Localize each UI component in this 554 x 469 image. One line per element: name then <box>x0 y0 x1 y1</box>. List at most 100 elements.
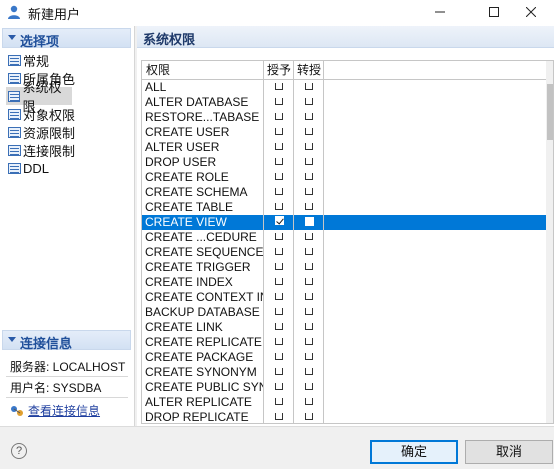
table-row[interactable]: ALTER DATABASE <box>142 95 546 110</box>
grant-checkbox[interactable] <box>275 263 283 270</box>
transfer-checkbox[interactable] <box>305 338 313 345</box>
table-row[interactable]: CREATE SEQUENCE <box>142 245 546 260</box>
nav-item-resource-limits[interactable]: 资源限制 <box>6 123 130 141</box>
page-icon <box>8 54 21 66</box>
transfer-checkbox[interactable] <box>305 113 313 120</box>
table-row[interactable]: CREATE TABLE <box>142 200 546 215</box>
transfer-checkbox[interactable] <box>305 323 313 330</box>
nav-item-object-privileges[interactable]: 对象权限 <box>6 105 130 123</box>
close-button[interactable] <box>508 0 554 24</box>
transfer-checkbox[interactable] <box>305 173 313 180</box>
nav-item-system-privileges[interactable]: 系统权限 <box>6 80 72 114</box>
connection-info-header[interactable]: 连接信息 <box>2 330 131 351</box>
connection-info-title: 连接信息 <box>20 336 73 351</box>
transfer-checkbox[interactable] <box>305 128 313 135</box>
column-header-grant[interactable]: 授予 <box>264 61 294 80</box>
table-row[interactable]: CREATE PUBLIC SYNC <box>142 380 546 395</box>
grant-checkbox[interactable] <box>275 158 283 165</box>
ok-button[interactable]: 确定 <box>370 440 458 464</box>
column-header-transfer[interactable]: 转授 <box>294 61 324 80</box>
nav-item-label: 连接限制 <box>23 143 76 159</box>
table-row[interactable]: CREATE LINK <box>142 320 546 335</box>
panel-splitter[interactable] <box>134 26 137 426</box>
minimize-button[interactable] <box>417 0 463 24</box>
grant-checkbox[interactable] <box>275 353 283 360</box>
transfer-checkbox[interactable] <box>305 398 313 405</box>
table-row[interactable]: CREATE CONTEXT IN <box>142 290 546 305</box>
transfer-checkbox[interactable] <box>305 83 313 90</box>
grant-checkbox[interactable] <box>275 413 283 420</box>
transfer-checkbox[interactable] <box>305 353 313 360</box>
transfer-cell <box>294 245 324 260</box>
table-row[interactable]: CREATE TRIGGER <box>142 260 546 275</box>
transfer-checkbox[interactable] <box>305 383 313 390</box>
table-row[interactable]: ALTER REPLICATE <box>142 395 546 410</box>
close-icon <box>526 7 536 17</box>
grant-checkbox[interactable] <box>275 83 283 90</box>
nav-item-connection-limits[interactable]: 连接限制 <box>6 141 130 159</box>
grant-checkbox[interactable] <box>275 143 283 150</box>
table-row[interactable]: RESTORE...TABASE <box>142 110 546 125</box>
nav-item-general[interactable]: 常规 <box>6 51 130 69</box>
transfer-checkbox[interactable] <box>305 308 313 315</box>
transfer-checkbox[interactable] <box>305 143 313 150</box>
table-row[interactable]: BACKUP DATABASE <box>142 305 546 320</box>
grant-checkbox[interactable] <box>275 203 283 210</box>
table-row[interactable]: DROP REPLICATE <box>142 410 546 423</box>
privilege-name: ALL <box>142 80 264 95</box>
table-row[interactable]: CREATE USER <box>142 125 546 140</box>
table-row[interactable]: CREATE PACKAGE <box>142 350 546 365</box>
column-header-privilege[interactable]: 权限 <box>142 61 264 80</box>
cancel-button[interactable]: 取消 <box>465 440 553 464</box>
table-row[interactable]: CREATE ROLE <box>142 170 546 185</box>
transfer-checkbox[interactable] <box>305 203 313 210</box>
scrollbar-thumb[interactable] <box>547 84 553 140</box>
grant-checkbox[interactable] <box>275 216 284 225</box>
transfer-checkbox[interactable] <box>305 413 313 420</box>
grant-checkbox[interactable] <box>275 128 283 135</box>
grant-checkbox[interactable] <box>275 368 283 375</box>
help-icon[interactable]: ? <box>11 443 27 459</box>
table-row[interactable]: CREATE SYNONYM <box>142 365 546 380</box>
grant-checkbox[interactable] <box>275 248 283 255</box>
grant-checkbox[interactable] <box>275 398 283 405</box>
transfer-cell <box>294 110 324 125</box>
table-row[interactable]: ALL <box>142 80 546 95</box>
table-row[interactable]: CREATE SCHEMA <box>142 185 546 200</box>
transfer-checkbox[interactable] <box>305 98 313 105</box>
grant-checkbox[interactable] <box>275 293 283 300</box>
grant-checkbox[interactable] <box>275 173 283 180</box>
grant-checkbox[interactable] <box>275 278 283 285</box>
transfer-checkbox[interactable] <box>305 368 313 375</box>
transfer-checkbox[interactable] <box>305 248 313 255</box>
table-row[interactable]: CREATE VIEW <box>142 215 546 230</box>
transfer-checkbox[interactable] <box>305 263 313 270</box>
grant-cell <box>264 215 294 230</box>
grant-checkbox[interactable] <box>275 323 283 330</box>
transfer-checkbox[interactable] <box>305 278 313 285</box>
transfer-checkbox[interactable] <box>305 158 313 165</box>
grant-checkbox[interactable] <box>275 188 283 195</box>
grant-checkbox[interactable] <box>275 308 283 315</box>
view-connection-info-link[interactable]: 查看连接信息 <box>10 402 100 419</box>
transfer-checkbox[interactable] <box>305 293 313 300</box>
transfer-checkbox[interactable] <box>305 188 313 195</box>
table-row[interactable]: DROP USER <box>142 155 546 170</box>
grant-checkbox[interactable] <box>275 113 283 120</box>
transfer-checkbox[interactable] <box>305 233 313 240</box>
selection-section-header[interactable]: 选择项 <box>2 28 131 49</box>
grant-checkbox[interactable] <box>275 338 283 345</box>
vertical-scrollbar[interactable] <box>546 61 553 423</box>
table-row[interactable]: CREATE INDEX <box>142 275 546 290</box>
grant-checkbox[interactable] <box>275 233 283 240</box>
table-row[interactable]: CREATE REPLICATE <box>142 335 546 350</box>
transfer-checkbox[interactable] <box>305 217 314 226</box>
grant-checkbox[interactable] <box>275 383 283 390</box>
table-row[interactable]: CREATE ...CEDURE <box>142 230 546 245</box>
nav-item-ddl[interactable]: DDL <box>6 159 130 177</box>
transfer-cell <box>294 215 324 230</box>
transfer-cell <box>294 185 324 200</box>
grant-cell <box>264 95 294 110</box>
table-row[interactable]: ALTER USER <box>142 140 546 155</box>
grant-checkbox[interactable] <box>275 98 283 105</box>
